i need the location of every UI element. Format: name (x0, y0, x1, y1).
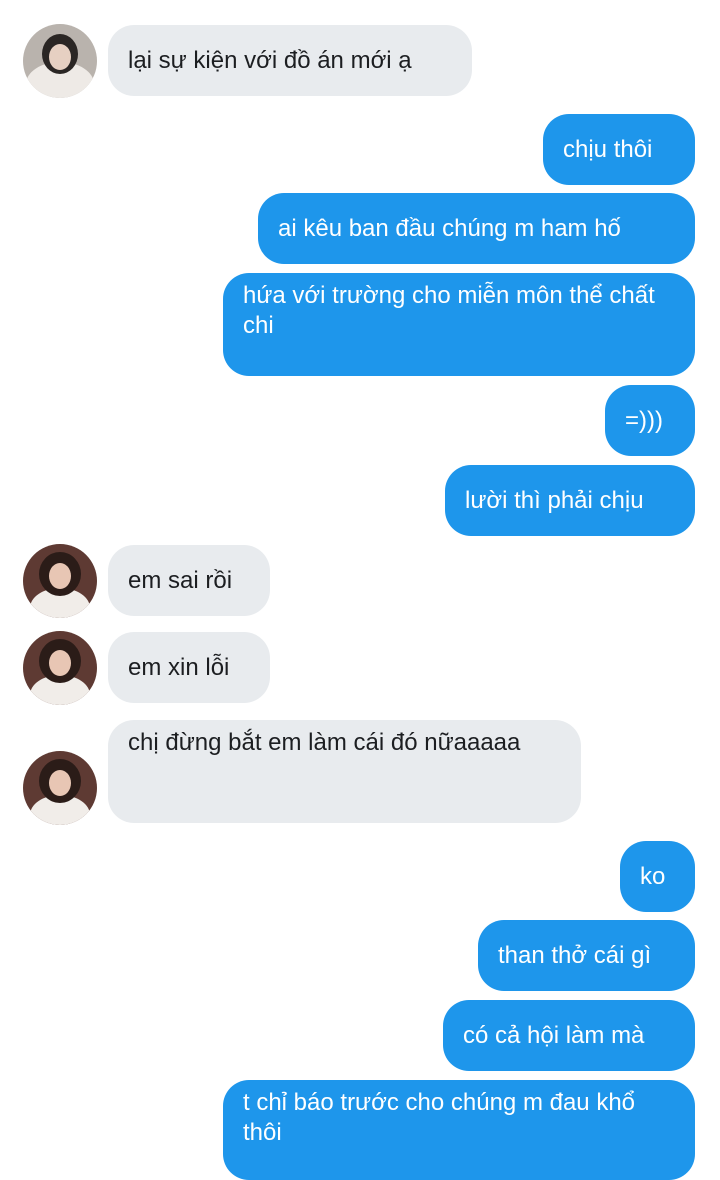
message-text: =))) (625, 406, 663, 434)
message-text: t chỉ báo trước cho chúng m đau khổ thôi (243, 1089, 636, 1146)
message-text: em xin lỗi (128, 653, 230, 681)
message-outgoing[interactable]: hứa với trường cho miễn môn thể chất chi (223, 273, 695, 376)
message-incoming[interactable]: em xin lỗi (108, 632, 270, 703)
message-incoming[interactable]: em sai rồi (108, 545, 270, 616)
message-outgoing[interactable]: ko (620, 841, 695, 912)
contact-avatar[interactable] (23, 751, 97, 825)
message-text: em sai rồi (128, 566, 233, 594)
message-text: chị đừng bắt em làm cái đó nữaaaaa (128, 729, 521, 756)
message-incoming[interactable]: lại sự kiện với đồ án mới ạ (108, 25, 472, 96)
message-outgoing[interactable]: ai kêu ban đầu chúng m ham hố (258, 193, 695, 264)
message-text: ai kêu ban đầu chúng m ham hố (278, 214, 621, 242)
message-text: lười thì phải chịu (465, 486, 644, 514)
message-outgoing[interactable]: t chỉ báo trước cho chúng m đau khổ thôi (223, 1080, 695, 1180)
message-outgoing[interactable]: lười thì phải chịu (445, 465, 695, 536)
message-text: than thở cái gì (498, 941, 652, 969)
contact-avatar[interactable] (23, 24, 97, 98)
message-outgoing[interactable]: =))) (605, 385, 695, 456)
message-outgoing[interactable]: than thở cái gì (478, 920, 695, 991)
message-text: chịu thôi (563, 135, 653, 163)
message-incoming[interactable]: chị đừng bắt em làm cái đó nữaaaaa (108, 720, 581, 823)
message-text: có cả hội làm mà (463, 1021, 645, 1049)
message-text: lại sự kiện với đồ án mới ạ (128, 46, 412, 74)
message-outgoing[interactable]: có cả hội làm mà (443, 1000, 695, 1071)
message-text: ko (640, 862, 666, 890)
contact-avatar[interactable] (23, 631, 97, 705)
contact-avatar[interactable] (23, 544, 97, 618)
message-outgoing[interactable]: chịu thôi (543, 114, 695, 185)
message-text: hứa với trường cho miễn môn thể chất chi (243, 282, 655, 339)
